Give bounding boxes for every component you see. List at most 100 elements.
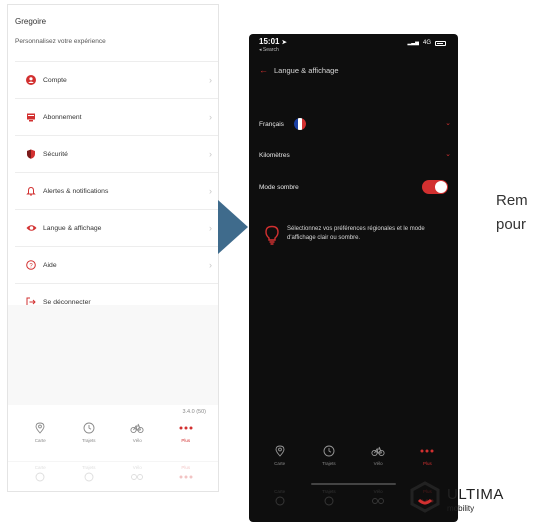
distance-unit-select[interactable]: Kilomètres ⌄: [259, 145, 451, 165]
battery-icon: [435, 40, 446, 46]
lightbulb-icon: [265, 225, 279, 245]
tab-velo[interactable]: Vélo: [117, 421, 157, 459]
tab-label: Vélo: [373, 461, 383, 466]
tab-label: Plus: [181, 438, 191, 443]
map-pin-icon: [33, 421, 47, 435]
reflection-tab-velo: Vélo: [117, 462, 157, 491]
menu-item-label: Alertes & notifications: [43, 187, 109, 195]
shield-icon: [25, 148, 37, 160]
status-back-link[interactable]: ◂ Search: [259, 47, 279, 53]
tab-plus[interactable]: Plus: [407, 444, 447, 482]
status-indicators: ▂▃▅ 4G: [407, 40, 446, 46]
tab-velo[interactable]: Vélo: [358, 444, 398, 482]
tab-bar: Carte Trajets Vélo Plus: [249, 444, 458, 482]
logo-subtitle: mobility: [447, 504, 475, 513]
back-arrow-icon[interactable]: ←: [259, 65, 268, 75]
eye-icon: [25, 222, 37, 234]
tab-plus[interactable]: Plus: [166, 421, 206, 459]
reflection-tab-carte: Carte: [260, 486, 300, 522]
chevron-right-icon: ›: [209, 186, 212, 196]
subscription-icon: [25, 111, 37, 123]
clock-icon: [82, 470, 96, 484]
chevron-right-icon: ›: [209, 112, 212, 122]
bell-icon: [25, 185, 37, 197]
home-indicator: [311, 483, 396, 485]
tab-label: Carte: [34, 438, 46, 443]
ultima-logo-mark: [410, 481, 440, 513]
map-pin-icon: [273, 444, 287, 458]
logo-name: ULTIMA: [447, 486, 504, 503]
chevron-right-icon: ›: [209, 223, 212, 233]
distance-unit-label: Kilomètres: [259, 151, 290, 159]
menu-item-langue[interactable]: Langue & affichage ›: [15, 210, 218, 247]
side-caption-line-2: pour: [496, 216, 527, 233]
tab-carte[interactable]: Carte: [260, 444, 300, 482]
tab-bar-reflection: Carte Trajets Vélo Plus: [8, 461, 218, 491]
screen-title: Langue & affichage: [274, 65, 339, 75]
tab-label: Plus: [422, 461, 432, 466]
side-caption-line-1: Rem: [496, 192, 528, 209]
dark-mode-row: Mode sombre: [259, 177, 451, 197]
menu-item-abonnement[interactable]: Abonnement ›: [15, 99, 218, 136]
user-name: Gregoire: [15, 17, 47, 26]
profile-header: Gregoire Personnalisez votre expérience: [8, 5, 218, 59]
language-select[interactable]: Français ⌄: [259, 114, 451, 134]
menu-item-compte[interactable]: Compte ›: [15, 62, 218, 99]
reflection-tab-plus: Plus: [166, 462, 206, 491]
menu-item-label: Aide: [43, 261, 57, 269]
reflection-tab-carte: Carte: [20, 462, 60, 491]
menu-item-aide[interactable]: ? Aide ›: [15, 247, 218, 284]
tab-trajets[interactable]: Trajets: [69, 421, 109, 459]
chevron-right-icon: ›: [209, 260, 212, 270]
arrow-right-icon: [218, 200, 248, 254]
bike-icon: [371, 494, 385, 508]
ultima-logo: ULTIMA mobility: [407, 478, 535, 518]
user-icon: [25, 74, 37, 86]
menu-item-label: Abonnement: [43, 113, 82, 121]
help-icon: ?: [25, 259, 37, 271]
reflection-tab-velo: Vélo: [358, 486, 398, 522]
light-phone-screen: Gregoire Personnalisez votre expérience …: [7, 4, 219, 492]
menu-item-alertes[interactable]: Alertes & notifications ›: [15, 173, 218, 210]
empty-area: [8, 305, 218, 405]
info-tip-text: Sélectionnez vos préférences régionales …: [287, 226, 425, 241]
tab-label: Trajets: [81, 438, 96, 443]
menu-item-securite[interactable]: Sécurité ›: [15, 136, 218, 173]
info-tip: Sélectionnez vos préférences régionales …: [265, 225, 455, 245]
tab-label: Carte: [274, 461, 286, 466]
profile-subtitle: Personnalisez votre expérience: [15, 38, 106, 45]
signal-icon: ▂▃▅: [407, 40, 419, 46]
language-label: Français: [259, 120, 284, 128]
chevron-down-icon: ⌄: [445, 120, 451, 127]
more-icon: [179, 421, 193, 435]
status-time-text: 15:01: [259, 37, 280, 46]
menu-item-label: Compte: [43, 76, 67, 84]
dark-phone-screen: 15:01 ➤ ◂ Search ▂▃▅ 4G ← Langue & affic…: [249, 34, 458, 522]
french-flag-icon: [293, 118, 306, 130]
reflection-tab-trajets: Trajets: [309, 486, 349, 522]
reflection-tab-trajets: Trajets: [69, 462, 109, 491]
tab-bar: Carte Trajets Vélo Plus: [8, 421, 218, 459]
dark-mode-toggle[interactable]: [422, 180, 448, 194]
tab-label: Trajets: [322, 461, 336, 466]
more-icon: [179, 470, 193, 484]
tab-trajets[interactable]: Trajets: [309, 444, 349, 482]
screen-header: ← Langue & affichage: [259, 65, 339, 75]
app-version: 3.4.0 (50): [182, 409, 206, 415]
settings-menu: Compte › Abonnement › Sécurité › Alertes…: [15, 61, 218, 321]
network-label: 4G: [422, 40, 431, 46]
clock-icon: [322, 494, 336, 508]
clock-icon: [322, 444, 336, 458]
tab-carte[interactable]: Carte: [20, 421, 60, 459]
chevron-right-icon: ›: [209, 75, 212, 85]
chevron-down-icon: ⌄: [445, 151, 451, 158]
status-time: 15:01 ➤: [259, 37, 287, 46]
bike-icon: [371, 444, 385, 458]
map-pin-icon: [33, 470, 47, 484]
bike-icon: [130, 421, 144, 435]
clock-icon: [82, 421, 96, 435]
dark-mode-label: Mode sombre: [259, 183, 299, 191]
more-icon: [420, 444, 434, 458]
chevron-right-icon: ›: [209, 149, 212, 159]
location-arrow-icon: ➤: [281, 40, 287, 46]
